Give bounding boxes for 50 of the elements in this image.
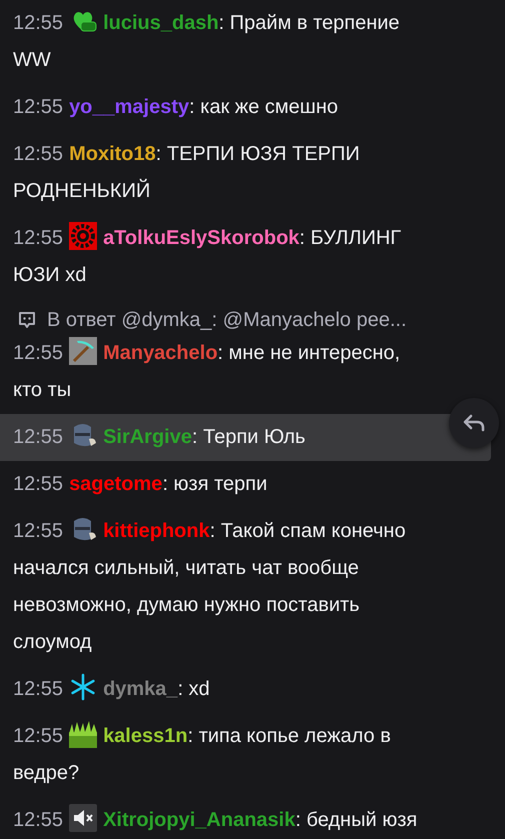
message-text: : мне не интересно, <box>218 342 400 364</box>
message-text: : типа копье лежало в <box>188 725 391 747</box>
timestamp: 12:55 <box>13 520 64 542</box>
message-text: : Терпи Юль <box>192 426 306 448</box>
username[interactable]: aTolkuEslySkorobok <box>103 227 300 249</box>
pickaxe-badge-icon <box>69 337 98 365</box>
timestamp: 12:55 <box>13 809 64 831</box>
username[interactable]: dymka_ <box>103 678 178 700</box>
username[interactable]: kaless1n <box>103 725 188 747</box>
message-text: : Прайм в терпение <box>218 12 400 34</box>
username[interactable]: sagetome <box>69 473 162 495</box>
message-text: невозможно, думаю нужно поставить <box>13 593 361 618</box>
message-text: начался сильный, читать чат вообще <box>13 556 360 581</box>
message-text: : бедный юзя <box>295 809 418 831</box>
message-text: кто ты <box>13 378 72 403</box>
timestamp: 12:55 <box>13 473 64 495</box>
message-text: : xd <box>178 678 210 700</box>
username[interactable]: Manyachelo <box>103 342 218 364</box>
username[interactable]: Xitrojopyi_Ananasik <box>103 809 296 831</box>
timestamp: 12:55 <box>13 96 64 118</box>
reply-button[interactable] <box>449 398 499 448</box>
message-text: слоумод <box>13 630 93 655</box>
snowflake-badge-icon <box>69 673 98 701</box>
mute-badge-icon <box>69 804 98 832</box>
username[interactable]: lucius_dash <box>103 12 219 34</box>
gear-badge-icon <box>69 222 98 250</box>
timestamp: 12:55 <box>13 725 64 747</box>
grass-badge-icon <box>69 720 98 748</box>
message-text: : Такой спам конечно <box>210 520 406 542</box>
timestamp: 12:55 <box>13 426 64 448</box>
timestamp: 12:55 <box>13 678 64 700</box>
message-text: ведре? <box>13 761 80 786</box>
message-text: : ТЕРПИ ЮЗЯ ТЕРПИ <box>156 143 360 165</box>
message-text: : как же смешно <box>189 96 338 118</box>
timestamp: 12:55 <box>13 143 64 165</box>
username[interactable]: kittiephonk <box>103 520 210 542</box>
timestamp: 12:55 <box>13 12 64 34</box>
message-text: WW <box>13 48 52 73</box>
username[interactable]: Moxito18 <box>69 143 156 165</box>
reply-arrow-icon <box>463 414 485 432</box>
timestamp: 12:55 <box>13 227 64 249</box>
message-text: : БУЛЛИНГ <box>299 227 402 249</box>
username[interactable]: SirArgive <box>103 426 192 448</box>
message-text: РОДНЕНЬКИЙ <box>13 178 152 204</box>
timestamp: 12:55 <box>13 342 64 364</box>
reply-context[interactable]: В ответ @dymka_: @Manyachelo рее... <box>47 305 407 335</box>
message-text: : юзя терпи <box>162 473 268 495</box>
chat-bubble-icon <box>17 310 37 330</box>
username[interactable]: yo__majesty <box>69 96 190 118</box>
message-text: ЮЗИ xd <box>13 263 88 288</box>
